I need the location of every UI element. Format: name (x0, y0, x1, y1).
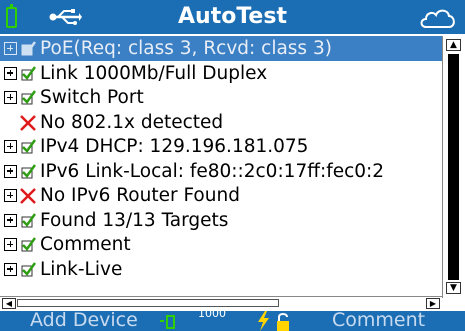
result-label: Link 1000Mb/Full Duplex (40, 62, 268, 84)
usb-icon (49, 9, 82, 25)
cloud-icon[interactable] (418, 6, 458, 30)
result-row[interactable]: IPv4 DHCP: 129.196.181.075 (0, 134, 442, 159)
expand-icon[interactable] (4, 164, 17, 178)
result-label: IPv4 DHCP: 129.196.181.075 (40, 136, 309, 157)
horizontal-scroll-thumb[interactable] (17, 299, 279, 307)
result-row[interactable]: Found 13/13 Targets (0, 208, 442, 233)
result-label: No 802.1x detected (40, 111, 224, 133)
test-results-list: PoE(Req: class 3, Rcvd: class 3) Link 100… (0, 36, 442, 294)
comment-button[interactable]: Comment (332, 311, 425, 331)
pass-check-icon (21, 237, 36, 252)
expand-icon[interactable] (4, 42, 17, 55)
expand-icon[interactable] (4, 66, 17, 80)
expand-icon[interactable] (4, 140, 17, 153)
expand-icon[interactable] (4, 189, 17, 202)
result-row[interactable]: No IPv6 Router Found (0, 183, 442, 208)
scroll-down-arrow[interactable]: ▼ (446, 282, 461, 294)
lock-icon (277, 313, 289, 331)
result-row[interactable]: No 802.1x detected (0, 110, 442, 135)
horizontal-scrollbar[interactable]: ◀ ▶ (0, 296, 442, 310)
pass-check-icon (21, 261, 36, 276)
result-row[interactable]: Link 1000Mb/Full Duplex (0, 61, 442, 86)
expand-icon[interactable] (4, 213, 17, 227)
expand-icon[interactable] (4, 238, 17, 251)
result-row[interactable]: Switch Port (0, 85, 442, 110)
battery-icon (6, 4, 17, 28)
pass-check-icon (21, 90, 36, 105)
result-row[interactable]: IPv6 Link-Local: fe80::2c0:17ff:fec0:2 (0, 159, 442, 184)
result-row[interactable]: PoE(Req: class 3, Rcvd: class 3) (0, 36, 442, 61)
link-speed: 1000 (198, 311, 226, 320)
result-label: No IPv6 Router Found (40, 185, 240, 206)
vertical-scrollbar[interactable]: ▲ ▼ (442, 36, 465, 298)
result-row[interactable]: Comment (0, 232, 442, 257)
page-title: AutoTest (178, 4, 287, 29)
pass-check-icon (21, 65, 36, 80)
result-row[interactable]: Link-Live (0, 257, 442, 282)
link-dash-icon (160, 320, 164, 322)
result-label: IPv6 Link-Local: fe80::2c0:17ff:fec0:2 (40, 160, 385, 182)
scroll-up-arrow[interactable]: ▲ (446, 39, 461, 51)
title-bar: AutoTest (0, 0, 465, 34)
pass-check-icon (21, 41, 36, 56)
fail-cross-icon (20, 188, 36, 204)
expand-icon[interactable] (4, 262, 17, 276)
fail-cross-icon (20, 114, 36, 131)
softkey-bar: Add Device 1000 Comment (0, 311, 465, 331)
add-device-button[interactable]: Add Device (30, 311, 138, 331)
expand-icon[interactable] (4, 91, 17, 104)
pass-check-icon (21, 212, 36, 227)
pass-check-icon (21, 163, 36, 178)
link-icon (166, 315, 175, 329)
pass-check-icon (21, 139, 36, 154)
result-label: Switch Port (40, 87, 144, 108)
result-label: PoE(Req: class 3, Rcvd: class 3) (40, 38, 332, 59)
bolt-icon (258, 311, 269, 331)
result-label: Comment (40, 234, 131, 255)
status-icons: 1000 (160, 311, 290, 331)
scroll-left-arrow[interactable]: ◀ (2, 298, 16, 309)
result-label: Found 13/13 Targets (40, 209, 229, 231)
scroll-right-arrow[interactable]: ▶ (426, 298, 440, 309)
autotest-screen: AutoTest PoE(Req: class 3, Rcvd: class 3… (0, 0, 465, 331)
result-label: Link-Live (40, 258, 123, 280)
scroll-thumb[interactable] (448, 54, 459, 280)
